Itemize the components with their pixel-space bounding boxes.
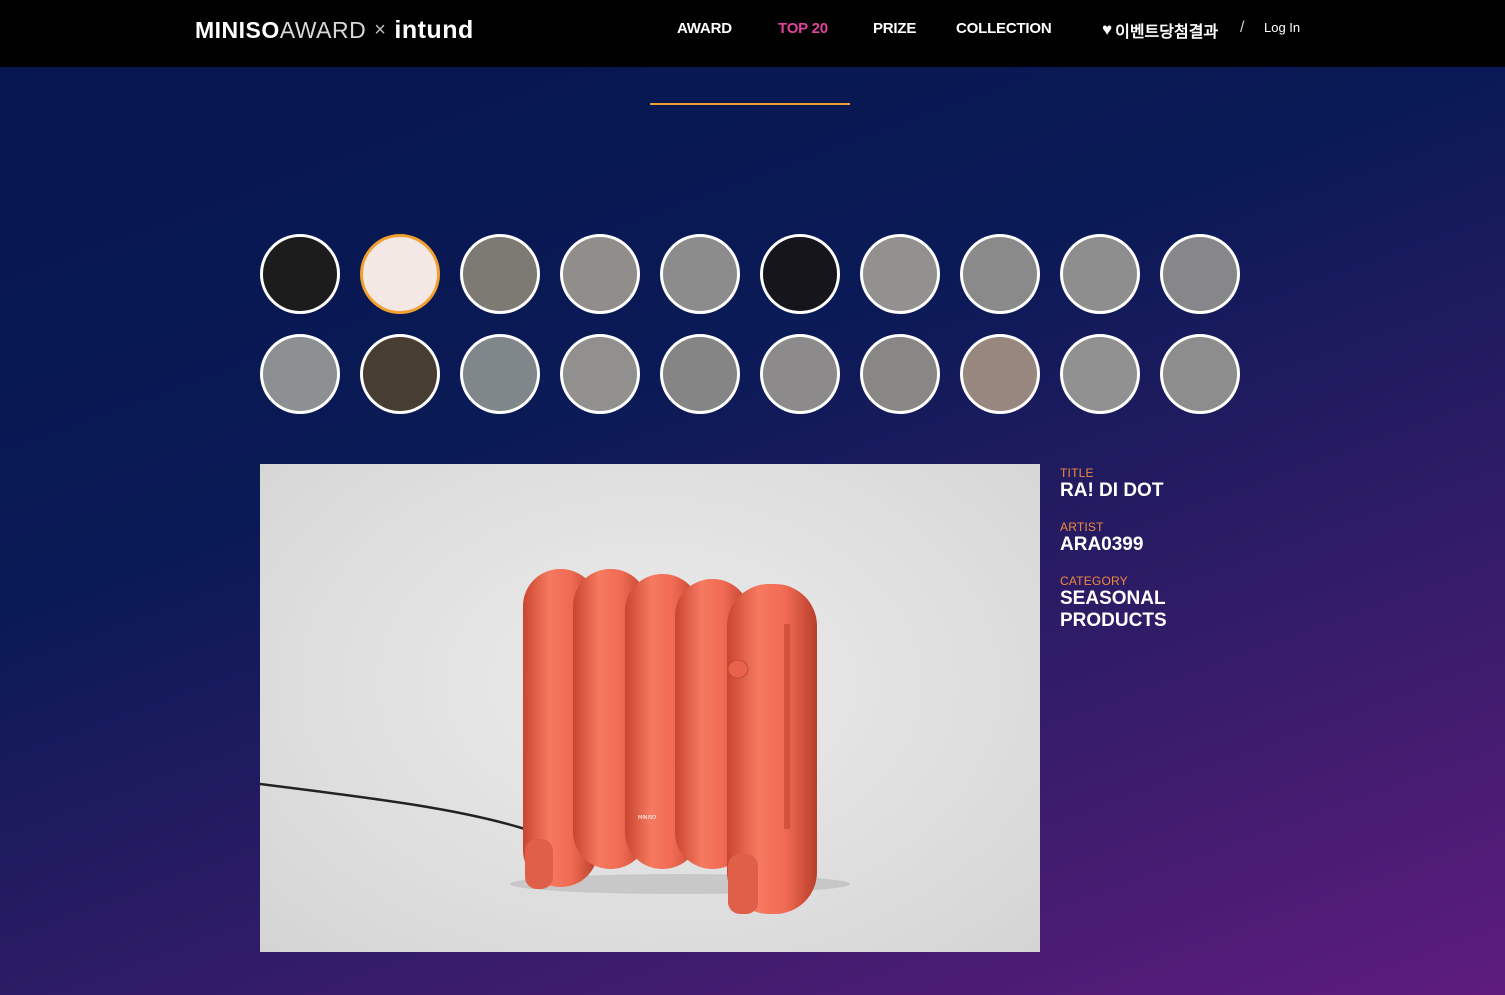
thumbnail-overlay bbox=[263, 237, 337, 311]
thumbnail-overlay bbox=[1163, 237, 1237, 311]
thumbnail-16[interactable] bbox=[760, 334, 840, 414]
thumbnail-overlay bbox=[1163, 337, 1237, 411]
thumbnail-20[interactable] bbox=[1160, 334, 1240, 414]
thumbnail-overlay bbox=[363, 337, 437, 411]
nav-collection[interactable]: COLLECTION bbox=[956, 20, 1052, 37]
thumbnail-overlay bbox=[763, 337, 837, 411]
thumbnail-17[interactable] bbox=[860, 334, 940, 414]
thumbnail-15[interactable] bbox=[660, 334, 740, 414]
thumbnail-9[interactable] bbox=[1060, 234, 1140, 314]
radiator-illustration: MINISO bbox=[260, 569, 850, 914]
thumbnail-11[interactable] bbox=[260, 334, 340, 414]
thumbnail-4[interactable] bbox=[560, 234, 640, 314]
nav-award[interactable]: AWARD bbox=[677, 20, 732, 37]
thumbnail-overlay bbox=[1063, 237, 1137, 311]
thumbnail-overlay bbox=[463, 337, 537, 411]
title-block: TITLE RA! DI DOT bbox=[1060, 466, 1260, 502]
nav-prize[interactable]: PRIZE bbox=[873, 20, 916, 37]
brand-mark: MINISO bbox=[638, 815, 656, 821]
thumbnail-overlay bbox=[663, 237, 737, 311]
nav-top20[interactable]: TOP 20 bbox=[778, 20, 828, 37]
thumbnail-overlay bbox=[963, 237, 1037, 311]
artist-block: ARTIST ARA0399 bbox=[1060, 520, 1260, 556]
thumbnail-2[interactable] bbox=[360, 234, 440, 314]
artist-label: ARTIST bbox=[1060, 520, 1104, 534]
thumbnail-6[interactable] bbox=[760, 234, 840, 314]
thumbnail-overlay bbox=[463, 237, 537, 311]
artwork-info-panel: TITLE RA! DI DOT ARTIST ARA0399 CATEGORY… bbox=[1060, 466, 1260, 650]
category-block: CATEGORY SEASONAL PRODUCTS bbox=[1060, 574, 1260, 632]
thumbnail-3[interactable] bbox=[460, 234, 540, 314]
thumbnail-13[interactable] bbox=[460, 334, 540, 414]
artwork-artist: ARA0399 bbox=[1060, 534, 1144, 555]
top-navigation-bar: MINISO AWARD × intund AWARD TOP 20 PRIZE… bbox=[0, 0, 1505, 67]
event-results-link[interactable]: ♥ 이벤트당첨결과 bbox=[1102, 18, 1218, 42]
thumbnail-overlay bbox=[863, 237, 937, 311]
nav-separator: / bbox=[1240, 19, 1245, 36]
thumbnail-overlay bbox=[863, 337, 937, 411]
thumbnail-5[interactable] bbox=[660, 234, 740, 314]
artwork-category: SEASONAL PRODUCTS bbox=[1060, 588, 1167, 631]
login-link[interactable]: Log In bbox=[1264, 20, 1300, 35]
thumbnail-8[interactable] bbox=[960, 234, 1040, 314]
thumbnail-18[interactable] bbox=[960, 334, 1040, 414]
thumbnail-overlay bbox=[1063, 337, 1137, 411]
thumbnail-12[interactable] bbox=[360, 334, 440, 414]
thumbnail-overlay bbox=[563, 337, 637, 411]
artwork-main-image: MINISO bbox=[260, 464, 1040, 952]
artwork-title: RA! DI DOT bbox=[1060, 480, 1164, 501]
thumbnail-10[interactable] bbox=[1160, 234, 1240, 314]
heart-icon: ♥ bbox=[1102, 20, 1113, 39]
thumbnail-14[interactable] bbox=[560, 334, 640, 414]
category-label: CATEGORY bbox=[1060, 574, 1128, 588]
thumbnail-overlay bbox=[263, 337, 337, 411]
thumbnail-overlay bbox=[563, 237, 637, 311]
thumbnail-19[interactable] bbox=[1060, 334, 1140, 414]
thumbnail-7[interactable] bbox=[860, 234, 940, 314]
event-results-label: 이벤트당첨결과 bbox=[1115, 24, 1219, 41]
thumbnail-overlay bbox=[763, 237, 837, 311]
main-nav: AWARD TOP 20 PRIZE COLLECTION ♥ 이벤트당첨결과 … bbox=[0, 18, 1505, 42]
title-label: TITLE bbox=[1060, 466, 1094, 480]
section-divider bbox=[650, 103, 850, 105]
thumbnail-overlay bbox=[663, 337, 737, 411]
thumbnail-overlay bbox=[963, 337, 1037, 411]
thumbnail-1[interactable] bbox=[260, 234, 340, 314]
